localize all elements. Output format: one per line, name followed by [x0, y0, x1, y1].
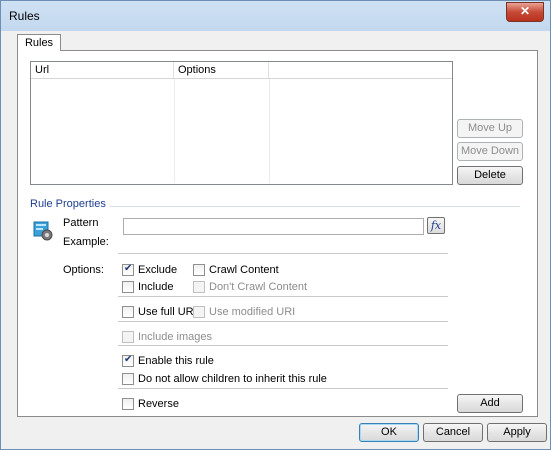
dont-crawl-content-label: Don't Crawl Content: [209, 281, 308, 293]
column-header-url[interactable]: Url: [31, 62, 174, 78]
group-divider: [110, 206, 520, 207]
move-up-button[interactable]: Move Up: [457, 119, 523, 138]
rule-properties-title: Rule Properties: [30, 198, 106, 210]
move-down-button[interactable]: Move Down: [457, 142, 523, 161]
separator: [118, 296, 448, 297]
pattern-label: Pattern: [63, 217, 99, 229]
exclude-checkbox[interactable]: [122, 263, 134, 276]
reverse-label: Reverse: [138, 398, 179, 410]
rules-tab-panel: Url Options Move Up Move Down Delete Rul…: [17, 50, 538, 417]
pattern-input[interactable]: [123, 218, 424, 235]
add-button[interactable]: Add: [457, 394, 523, 413]
include-checkbox[interactable]: [122, 281, 134, 293]
window-title: Rules: [9, 9, 40, 23]
rules-list-header: Url Options: [31, 62, 452, 79]
dont-crawl-content-checkbox[interactable]: [193, 281, 205, 293]
enable-rule-checkbox[interactable]: [122, 354, 134, 367]
crawl-content-label: Crawl Content: [209, 264, 279, 276]
apply-button[interactable]: Apply: [487, 423, 547, 442]
options-label: Options:: [63, 264, 104, 276]
use-full-uri-label: Use full URI: [138, 306, 197, 318]
enable-rule-label: Enable this rule: [138, 355, 214, 367]
separator: [118, 321, 448, 322]
column-divider: [269, 79, 270, 183]
column-header-options[interactable]: Options: [174, 62, 269, 78]
dialog-client: Rules Url Options Move Up Move Down Dele…: [8, 31, 547, 443]
rules-list[interactable]: Url Options: [30, 61, 453, 185]
exclude-label: Exclude: [138, 264, 178, 276]
ok-button[interactable]: OK: [359, 423, 419, 442]
include-label: Include: [138, 281, 174, 293]
reverse-checkbox[interactable]: [122, 398, 134, 410]
delete-button[interactable]: Delete: [457, 166, 523, 185]
column-header-blank[interactable]: [269, 62, 452, 78]
crawl-content-checkbox[interactable]: [193, 264, 205, 276]
function-builder-button[interactable]: fx: [427, 217, 445, 234]
rules-dialog: Rules ✕ Rules Url Options Move Up Move D…: [0, 0, 551, 450]
use-modified-uri-checkbox[interactable]: [193, 306, 205, 318]
include-images-checkbox[interactable]: [122, 331, 134, 343]
no-inherit-label: Do not allow children to inherit this ru…: [138, 373, 327, 385]
title-bar[interactable]: Rules ✕: [1, 1, 550, 31]
separator: [118, 388, 448, 389]
no-inherit-checkbox[interactable]: [122, 373, 134, 385]
separator: [118, 253, 448, 254]
example-label: Example:: [63, 236, 109, 248]
close-button[interactable]: ✕: [506, 2, 544, 22]
column-divider: [174, 79, 175, 183]
cancel-button[interactable]: Cancel: [423, 423, 483, 442]
include-images-label: Include images: [138, 331, 212, 343]
separator: [118, 345, 448, 346]
use-full-uri-checkbox[interactable]: [122, 306, 134, 318]
use-modified-uri-label: Use modified URI: [209, 306, 296, 318]
rule-settings-icon: [33, 221, 53, 241]
tab-rules[interactable]: Rules: [17, 34, 61, 51]
